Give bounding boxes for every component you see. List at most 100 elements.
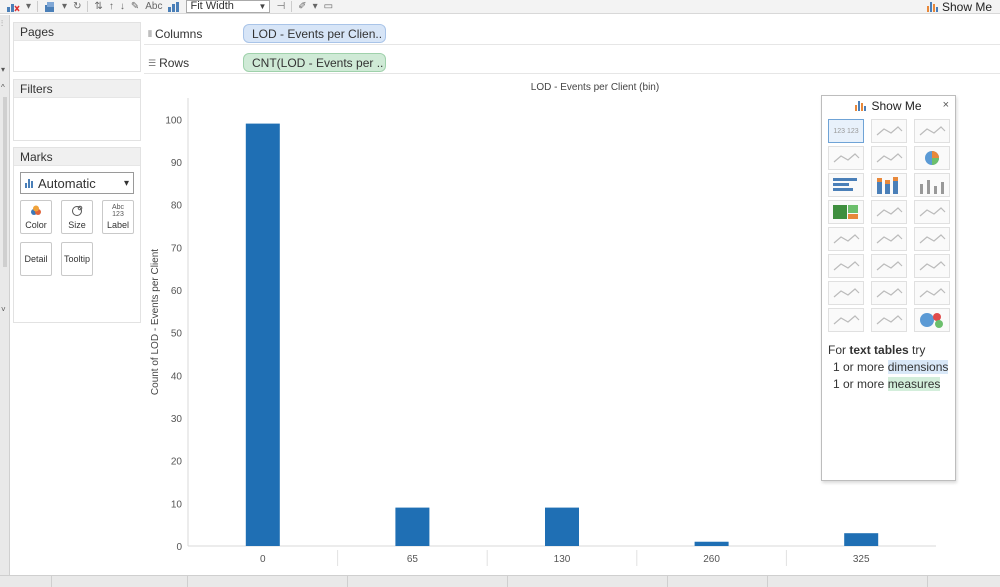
bar[interactable] xyxy=(844,533,879,546)
show-me-panel: Show Me × 123 123 For text tables try 1 … xyxy=(821,95,956,481)
show-me-bullet-graph-icon[interactable] xyxy=(871,308,907,332)
y-tick-label: 90 xyxy=(171,158,183,169)
dropdown-arrow-icon[interactable]: ▾ xyxy=(1,65,5,74)
show-me-continuous-lines-icon[interactable] xyxy=(828,227,864,251)
rows-pill[interactable]: CNT(LOD - Events per .. xyxy=(243,53,386,72)
sheet-tab[interactable] xyxy=(52,576,188,587)
scrollbar-thumb[interactable] xyxy=(3,97,7,267)
sort-ascending-icon[interactable]: ↑ xyxy=(109,1,114,13)
show-me-symbol-map-icon[interactable] xyxy=(828,146,864,170)
show-me-circle-views-icon[interactable] xyxy=(871,200,907,224)
req-dimensions: dimensions xyxy=(887,360,949,374)
sheet-tab[interactable] xyxy=(0,576,52,587)
show-me-title: Show Me xyxy=(871,99,922,113)
show-me-filled-map-icon[interactable] xyxy=(871,146,907,170)
sheet-tab[interactable] xyxy=(188,576,348,587)
detail-button-label: Detail xyxy=(24,254,48,264)
y-tick-label: 70 xyxy=(171,243,183,254)
tooltip-button[interactable]: Tooltip xyxy=(61,242,93,276)
columns-shelf-label: ⦀ Columns xyxy=(148,27,202,41)
bar[interactable] xyxy=(245,123,280,546)
mark-type-value: Automatic xyxy=(38,175,96,191)
show-me-horizontal-bars-icon[interactable] xyxy=(828,173,864,197)
left-side-strip: ⫶ ▾ ^ ˅ xyxy=(0,15,10,575)
size-button-label: Size xyxy=(68,220,86,230)
show-me-icon xyxy=(926,1,938,12)
show-me-dual-combination-icon[interactable] xyxy=(914,254,950,278)
mark-type-select[interactable]: Automatic ▾ xyxy=(20,172,134,194)
rows-shelf[interactable]: ☰ Rows CNT(LOD - Events per .. xyxy=(144,52,1000,74)
presentation-icon[interactable]: ▭ xyxy=(324,1,333,13)
show-me-toolbar-button[interactable]: Show Me xyxy=(926,0,992,14)
hint-prefix: For xyxy=(828,343,850,357)
chevron-down-icon[interactable]: ˅ xyxy=(1,305,6,314)
show-me-side-by-side-bars-icon[interactable] xyxy=(914,173,950,197)
color-button[interactable]: Color xyxy=(20,200,52,234)
detail-button[interactable]: Detail xyxy=(20,242,52,276)
y-tick-label: 50 xyxy=(171,329,183,340)
show-me-pie-chart-icon[interactable] xyxy=(914,146,950,170)
columns-pill[interactable]: LOD - Events per Clien.. xyxy=(243,24,386,43)
show-me-toolbar-label: Show Me xyxy=(941,0,992,14)
columns-label-text: Columns xyxy=(154,27,203,41)
show-me-side-by-side-circles-icon[interactable] xyxy=(914,200,950,224)
sheet-tab[interactable] xyxy=(768,576,928,587)
columns-icon: ⦀ xyxy=(148,28,152,39)
pen-icon[interactable]: ✐ xyxy=(298,1,306,13)
dropdown-arrow-icon[interactable]: ▾ xyxy=(26,1,31,13)
bar[interactable] xyxy=(694,541,729,546)
show-me-discrete-lines-icon[interactable] xyxy=(871,227,907,251)
fix-axes-icon[interactable]: ⊣ xyxy=(276,1,285,13)
show-me-highlight-table-icon[interactable] xyxy=(914,119,950,143)
sheet-tab[interactable] xyxy=(348,576,508,587)
y-tick-label: 20 xyxy=(171,457,183,468)
show-me-heat-map-icon[interactable] xyxy=(871,119,907,143)
show-me-hint: For text tables try 1 or more dimensions… xyxy=(828,342,949,393)
label-button[interactable]: Abc 123 Label xyxy=(102,200,134,234)
show-me-area-discrete-icon[interactable] xyxy=(871,254,907,278)
bar[interactable] xyxy=(545,507,579,546)
sheet-tab-bar xyxy=(0,575,1000,587)
show-me-area-continuous-icon[interactable] xyxy=(828,254,864,278)
swap-rows-columns-icon[interactable]: ⇅ xyxy=(94,1,102,13)
new-data-source-icon[interactable] xyxy=(44,1,56,13)
bar[interactable] xyxy=(395,507,430,546)
sheet-tab[interactable] xyxy=(508,576,668,587)
rows-shelf-label: ☰ Rows xyxy=(148,56,189,70)
y-axis-label: Count of LOD - Events per Client xyxy=(150,249,161,395)
color-dots-icon xyxy=(21,205,51,218)
y-tick-label: 0 xyxy=(176,542,182,553)
show-mark-labels-icon[interactable]: Abc xyxy=(145,1,162,13)
clear-sheet-icon[interactable] xyxy=(6,1,20,13)
show-me-packed-bubbles-icon[interactable] xyxy=(914,308,950,332)
chart-type-grid: 123 123 xyxy=(828,119,952,332)
size-button[interactable]: Size xyxy=(61,200,93,234)
label-abc-icon: Abc 123 xyxy=(111,204,125,218)
show-me-treemap-icon[interactable] xyxy=(828,200,864,224)
y-tick-label: 60 xyxy=(171,286,183,297)
rows-icon: ☰ xyxy=(148,57,156,68)
show-me-icon xyxy=(855,101,867,111)
show-me-text-table-icon[interactable]: 123 123 xyxy=(828,119,864,143)
req2-prefix: 1 or more xyxy=(833,377,888,391)
highlight-icon[interactable]: ✎ xyxy=(131,1,139,13)
chart-type-icon[interactable] xyxy=(168,1,180,13)
sheet-tab[interactable] xyxy=(668,576,768,587)
show-me-box-whisker-icon[interactable] xyxy=(914,281,950,305)
close-icon[interactable]: × xyxy=(943,99,949,111)
dropdown-arrow-icon[interactable]: ▾ xyxy=(313,1,318,13)
sort-descending-icon[interactable]: ↓ xyxy=(120,1,125,13)
show-me-stacked-bars-icon[interactable] xyxy=(871,173,907,197)
show-me-histogram-icon[interactable] xyxy=(871,281,907,305)
fit-select-value: Fit Width xyxy=(190,0,234,12)
dropdown-arrow-icon[interactable]: ▾ xyxy=(62,1,67,13)
show-me-dual-lines-icon[interactable] xyxy=(914,227,950,251)
show-me-scatter-plot-icon[interactable] xyxy=(828,281,864,305)
show-me-gantt-chart-icon[interactable] xyxy=(828,308,864,332)
pin-icon[interactable]: ⫶ xyxy=(1,19,3,29)
columns-shelf[interactable]: ⦀ Columns LOD - Events per Clien.. xyxy=(144,23,1000,45)
chevron-down-icon: ▼ xyxy=(258,2,267,11)
refresh-icon[interactable]: ↻ xyxy=(73,1,81,13)
req-measures: measures xyxy=(887,377,941,391)
fit-width-select[interactable]: Fit Width ▼ xyxy=(186,0,271,13)
